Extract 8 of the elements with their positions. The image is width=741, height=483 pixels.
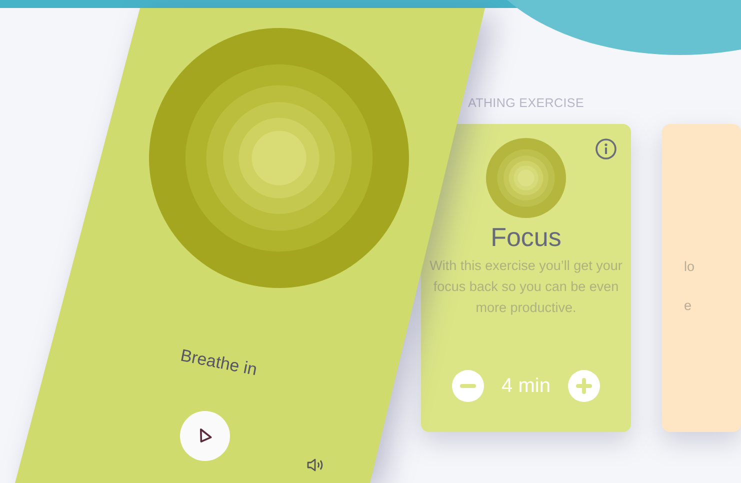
- card-title: Focus: [490, 222, 562, 253]
- play-button[interactable]: [180, 411, 230, 461]
- card-description-fragment: lo: [684, 258, 695, 276]
- section-label: ATHING EXERCISE: [468, 95, 585, 112]
- card-description-fragment: e: [684, 296, 692, 315]
- info-icon[interactable]: [595, 138, 617, 160]
- duration-value: 4 min: [502, 374, 550, 399]
- breathing-prompt: Breathe in: [178, 344, 260, 382]
